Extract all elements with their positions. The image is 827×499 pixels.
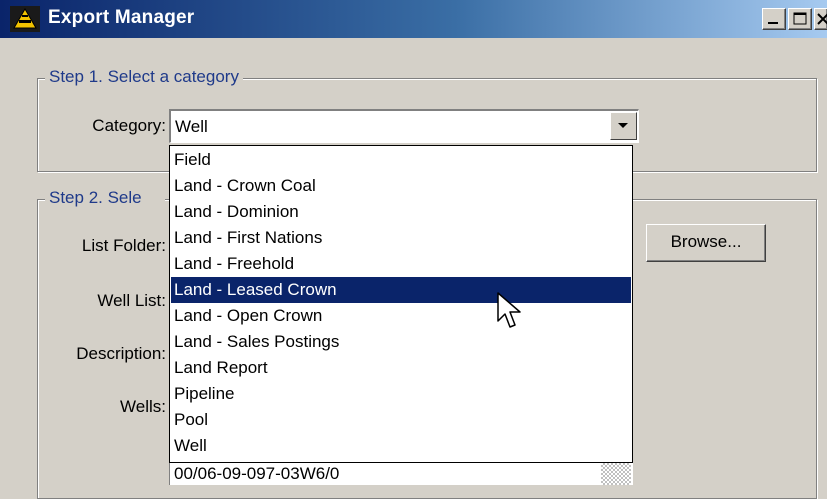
well-list-label: Well List: — [97, 291, 166, 310]
app-logo-icon — [10, 6, 40, 32]
maximize-icon — [793, 12, 807, 25]
dropdown-item-pipeline[interactable]: Pipeline — [171, 381, 631, 407]
window-title: Export Manager — [48, 7, 195, 28]
category-value: Well — [175, 117, 208, 136]
close-icon — [817, 13, 827, 25]
category-dropdown-button[interactable] — [610, 112, 637, 140]
step2-legend: Step 2. Sele — [45, 188, 165, 208]
close-button[interactable] — [814, 8, 827, 30]
wells-scrollbar[interactable] — [601, 463, 631, 485]
arrow-cursor-icon — [497, 292, 521, 328]
dropdown-item-land-freehold[interactable]: Land - Freehold — [171, 251, 631, 277]
browse-button[interactable]: Browse... — [646, 224, 766, 262]
dropdown-item-land-report[interactable]: Land Report — [171, 355, 631, 381]
category-label: Category: — [92, 116, 166, 135]
dropdown-item-field[interactable]: Field — [171, 147, 631, 173]
dropdown-item-land-dominion[interactable]: Land - Dominion — [171, 199, 631, 225]
dropdown-item-land-sales-postings[interactable]: Land - Sales Postings — [171, 329, 631, 355]
dropdown-item-land-open-crown[interactable]: Land - Open Crown — [171, 303, 631, 329]
chevron-down-icon — [618, 123, 628, 128]
step1-legend: Step 1. Select a category — [45, 67, 243, 87]
dropdown-item-well[interactable]: Well — [171, 433, 631, 459]
wells-listbox[interactable]: 00/06-09-097-03W6/0 — [169, 463, 633, 485]
description-label: Description: — [76, 344, 166, 363]
list-folder-label: List Folder: — [81, 236, 166, 255]
maximize-button[interactable] — [788, 8, 812, 30]
category-dropdown-list[interactable]: Field Land - Crown Coal Land - Dominion … — [169, 145, 633, 463]
dropdown-item-pool[interactable]: Pool — [171, 407, 631, 433]
minimize-button[interactable] — [762, 8, 786, 30]
dropdown-item-land-first-nations[interactable]: Land - First Nations — [171, 225, 631, 251]
dropdown-item-land-leased-crown[interactable]: Land - Leased Crown — [171, 277, 631, 303]
list-item[interactable]: 00/06-09-097-03W6/0 — [174, 463, 339, 485]
category-combobox[interactable]: Well — [169, 109, 639, 143]
wells-label: Wells: — [120, 397, 166, 416]
title-bar[interactable]: Export Manager — [0, 0, 827, 38]
dropdown-item-land-crown-coal[interactable]: Land - Crown Coal — [171, 173, 631, 199]
minimize-icon — [768, 22, 778, 24]
